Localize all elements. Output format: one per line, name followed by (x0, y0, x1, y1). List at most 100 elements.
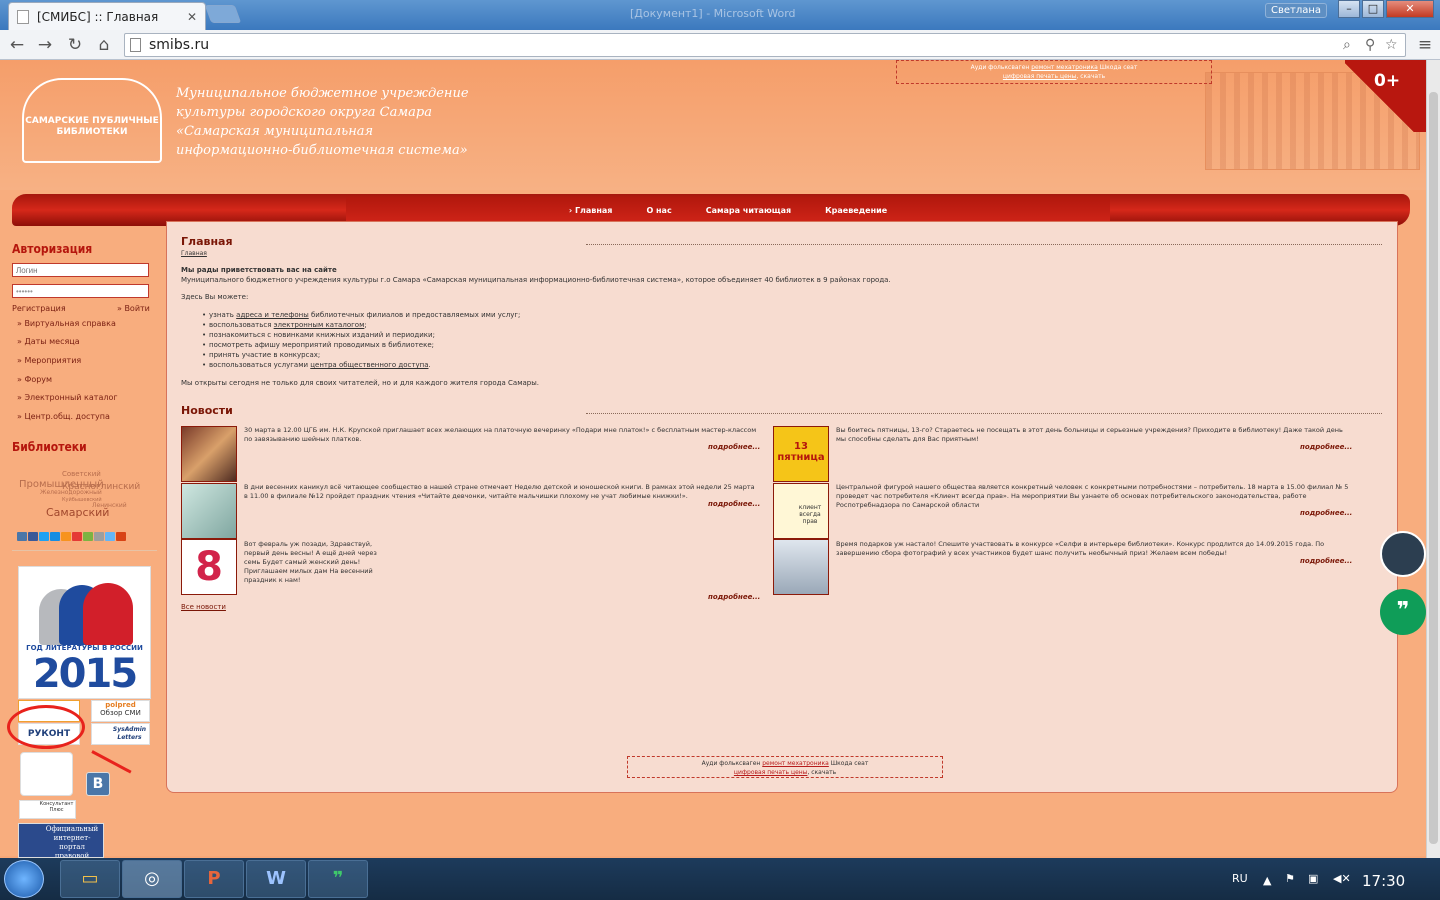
list-text: воспользоваться услугами (209, 361, 311, 369)
social-share (17, 532, 126, 541)
hangouts-button[interactable]: ❞ (1380, 589, 1426, 635)
tag-samarsky[interactable]: Самарский (46, 506, 109, 519)
ad-link[interactable]: ремонт мехатроника (762, 760, 829, 767)
window-close-icon[interactable]: ✕ (1386, 0, 1434, 18)
hangouts-icon[interactable]: ❞ (308, 860, 368, 898)
sidebar-link-dates[interactable]: » Даты месяца (17, 337, 80, 346)
browser-toolbar: ← → ↻ ⌂ smibs.ru ⌕ ⚲ ☆ ≡ (0, 30, 1440, 60)
ad-link[interactable]: цифровая печать цены (1003, 73, 1077, 80)
tray-arrow-icon[interactable]: ▲ (1263, 874, 1271, 887)
new-tab-button[interactable] (204, 5, 242, 23)
register-link[interactable]: Регистрация (12, 304, 66, 313)
network-icon[interactable]: ▣ (1308, 872, 1318, 885)
partner-consultant[interactable]: Консультант Плюс (19, 800, 76, 819)
access-center-link[interactable]: центра общественного доступа (310, 361, 428, 369)
news-thumbnail[interactable]: 13 пятница (773, 426, 829, 482)
breadcrumb[interactable]: Главная (181, 250, 207, 257)
flag-icon[interactable]: ⚑ (1285, 872, 1295, 885)
forward-icon[interactable]: → (34, 34, 56, 56)
news-thumbnail[interactable] (773, 539, 829, 595)
language-indicator[interactable]: RU (1232, 872, 1248, 885)
partner-victory-logo[interactable] (20, 752, 73, 796)
more-link[interactable]: подробнее... (708, 443, 760, 451)
scrollbar[interactable] (1426, 60, 1440, 858)
news-divider (586, 413, 1382, 414)
ad-text: Шкода сеат (1099, 64, 1138, 71)
list-text: ; (364, 321, 367, 329)
site-logo[interactable]: САМАРСКИЕ ПУБЛИЧНЫЕ БИБЛИОТЕКИ (22, 78, 162, 163)
news-thumbnail[interactable] (181, 483, 237, 539)
yandex-icon[interactable] (72, 532, 82, 541)
scrollbar-thumb[interactable] (1429, 92, 1438, 844)
home-icon[interactable]: ⌂ (93, 34, 115, 56)
news-thumbnail[interactable] (181, 426, 237, 482)
back-icon[interactable]: ← (6, 34, 28, 56)
list-item: узнать адреса и телефоны библиотечных фи… (202, 311, 520, 319)
partner-sysadmin[interactable]: SysAdmin Letters (91, 723, 150, 745)
powerpoint-icon[interactable]: P (184, 860, 244, 898)
nav-item-about[interactable]: О нас (629, 206, 688, 215)
tag-zheleznodorozhny[interactable]: Железнодорожный (40, 489, 102, 496)
browser-tab[interactable]: [СМИБС] :: Главная ✕ (8, 2, 206, 30)
nav-item-home[interactable]: › Главная (552, 206, 630, 215)
facebook-icon[interactable] (28, 532, 38, 541)
close-icon[interactable]: ✕ (187, 10, 197, 24)
maximize-icon[interactable]: □ (1362, 0, 1384, 18)
mail-icon[interactable] (50, 532, 60, 541)
volume-icon[interactable]: ◀✕ (1333, 872, 1351, 885)
web-page: САМАРСКИЕ ПУБЛИЧНЫЕ БИБЛИОТЕКИ Муниципал… (0, 60, 1426, 858)
share-icon[interactable] (105, 532, 115, 541)
title-divider (586, 244, 1382, 245)
more-link[interactable]: подробнее... (1300, 443, 1352, 451)
menu-icon[interactable]: ≡ (1414, 34, 1436, 56)
address-bar[interactable]: smibs.ru ⌕ ⚲ ☆ (124, 33, 1406, 57)
word-icon[interactable]: W (246, 860, 306, 898)
catalog-link[interactable]: электронным каталогом (274, 321, 365, 329)
more-link[interactable]: подробнее... (708, 593, 760, 601)
odnoklassniki-icon[interactable] (61, 532, 71, 541)
nav-item-local-history[interactable]: Краеведение (808, 206, 904, 215)
list-text: воспользоваться (209, 321, 274, 329)
bookmark-icon[interactable] (94, 532, 104, 541)
profile-badge[interactable]: Светлана (1265, 3, 1327, 18)
partner-polpred[interactable]: polpred Обзор СМИ (91, 700, 150, 722)
news-thumbnail[interactable]: клиент всегда прав (773, 483, 829, 539)
minimize-icon[interactable]: – (1338, 0, 1360, 18)
more-link[interactable]: подробнее... (1300, 509, 1352, 517)
news-thumbnail[interactable]: 8 (181, 539, 237, 595)
all-news-link[interactable]: Все новости (181, 603, 226, 611)
clock[interactable]: 17:30 (1362, 872, 1405, 890)
year-of-literature-banner[interactable]: ГОД ЛИТЕРАТУРЫ В РОССИИ 2015 (18, 566, 151, 699)
sidebar-link-forum[interactable]: » Форум (17, 375, 52, 384)
vk-icon[interactable]: В (86, 772, 110, 796)
twitter-icon[interactable] (39, 532, 49, 541)
sidebar-link-catalog[interactable]: » Электронный каталог (17, 393, 118, 402)
star-icon[interactable]: ☆ (1385, 37, 1398, 53)
ad-link[interactable]: ремонт мехатроника (1031, 64, 1098, 71)
password-input[interactable] (12, 284, 149, 298)
login-button[interactable]: » Войти (117, 304, 150, 313)
nav-item-reading-samara[interactable]: Самара читающая (689, 206, 808, 215)
chat-avatar-button[interactable] (1380, 531, 1426, 577)
vk-icon[interactable] (17, 532, 27, 541)
more-link[interactable]: подробнее... (708, 500, 760, 508)
sidebar-link-access-center[interactable]: » Центр.общ. доступа (17, 412, 110, 421)
explorer-icon[interactable]: ▭ (60, 860, 120, 898)
tag-sovetsky[interactable]: Советский (62, 470, 101, 478)
start-button[interactable] (4, 860, 44, 898)
background-window-title: [Документ1] - Microsoft Word (630, 7, 796, 20)
google-plus-icon[interactable] (116, 532, 126, 541)
more-link[interactable]: подробнее... (1300, 557, 1352, 565)
livejournal-icon[interactable] (83, 532, 93, 541)
translate-icon[interactable]: ⚲ (1365, 37, 1375, 53)
login-input[interactable] (12, 263, 149, 277)
ad-link[interactable]: цифровая печать цены (734, 769, 808, 776)
partner-pravo-portal[interactable]: Официальный интернет-портал правовой инф… (18, 823, 104, 858)
reload-icon[interactable]: ↻ (64, 34, 86, 56)
ad-text: Ауди фольксваген (970, 64, 1030, 71)
addresses-link[interactable]: адреса и телефоны (236, 311, 309, 319)
chrome-icon[interactable]: ◎ (122, 860, 182, 898)
sidebar-link-events[interactable]: » Мероприятия (17, 356, 81, 365)
search-icon[interactable]: ⌕ (1343, 37, 1351, 53)
sidebar-link-virtual-help[interactable]: » Виртуальная справка (17, 319, 116, 328)
